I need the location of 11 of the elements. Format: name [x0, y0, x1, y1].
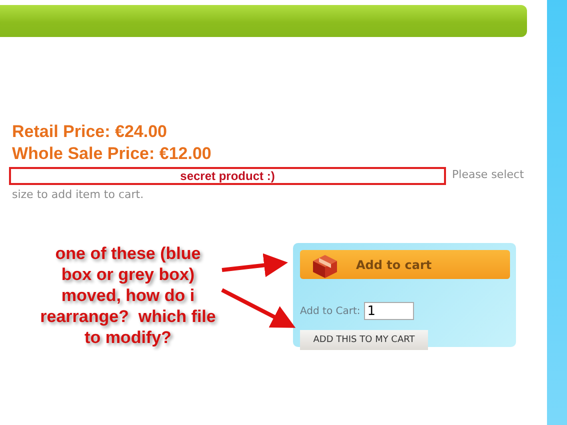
quantity-field[interactable]: 1	[364, 302, 414, 320]
annotation-text: one of these (blue box or grey box) moved, how do i rearrange? which file to modify?	[39, 243, 217, 348]
add-to-cart-button[interactable]: Add to cart	[300, 250, 510, 279]
notice-box: secret product :)	[9, 167, 446, 185]
quantity-label: Add to Cart:	[300, 306, 360, 316]
price-text: Retail Price: €24.00	[12, 121, 168, 143]
hint-text: size to add item to cart.	[12, 187, 144, 203]
add-to-my-cart-button[interactable]: ADD THIS TO MY CART	[300, 330, 428, 350]
hint-text: Please select	[452, 167, 524, 183]
price-text: Whole Sale Price: €12.00	[12, 143, 212, 165]
arrow	[222, 253, 288, 278]
